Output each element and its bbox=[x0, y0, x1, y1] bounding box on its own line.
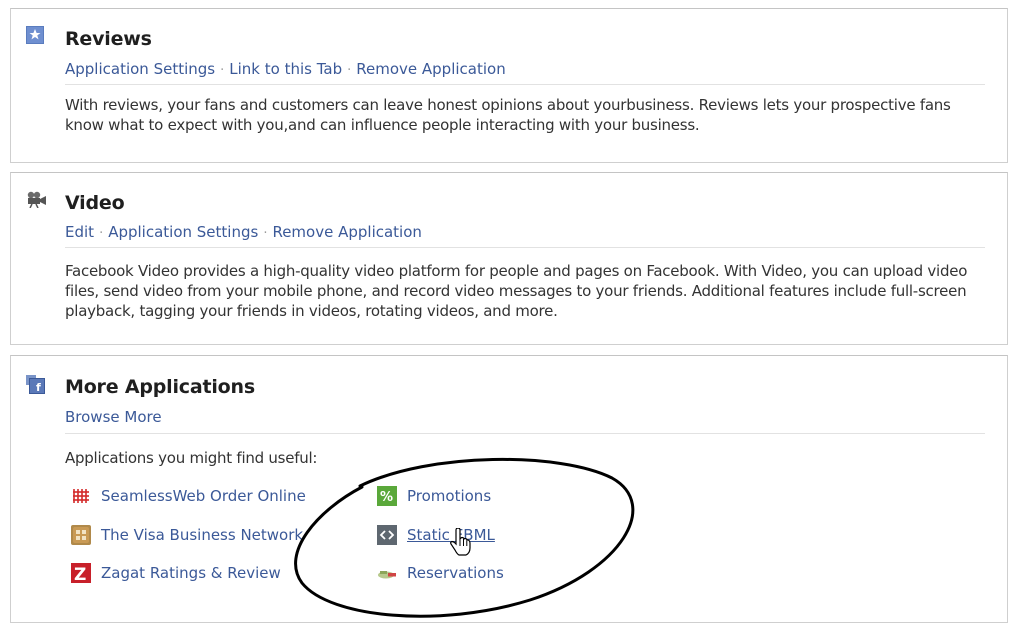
highlight-ellipse bbox=[294, 457, 635, 618]
